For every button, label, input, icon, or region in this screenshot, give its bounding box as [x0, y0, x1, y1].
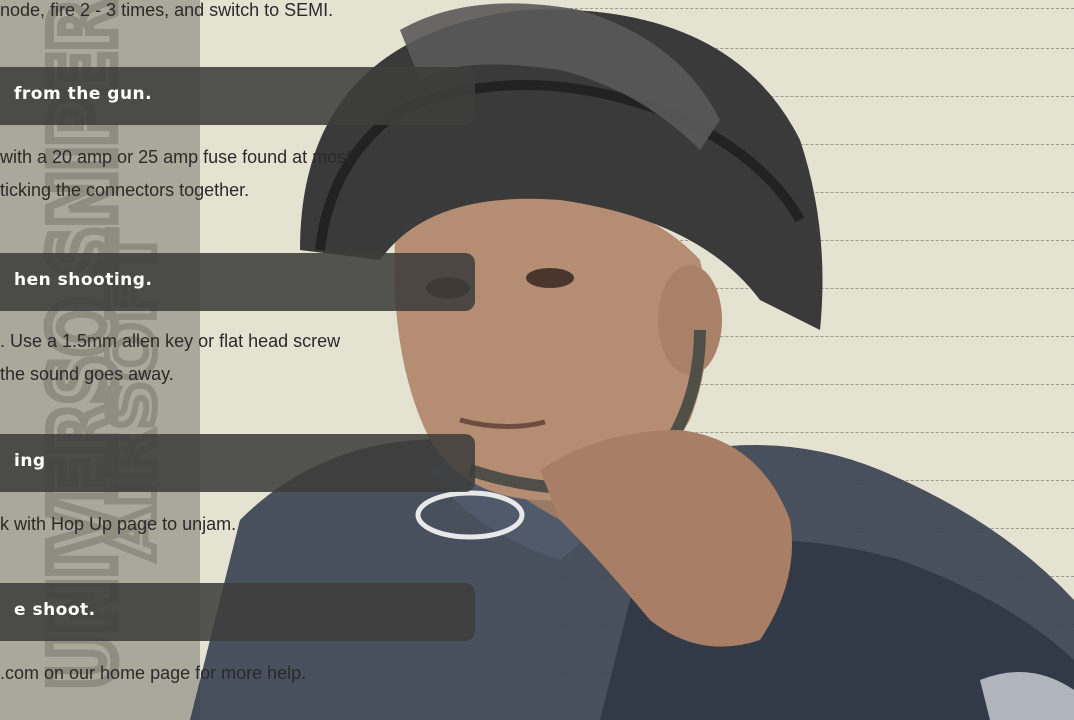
dashed-rule [545, 8, 1074, 9]
dashed-rule [545, 576, 1074, 577]
dashed-rule [545, 384, 1074, 385]
section-2-heading-bar: hen shooting. [0, 253, 475, 311]
dashed-rule [545, 48, 1074, 49]
dashed-rule [545, 240, 1074, 241]
dashed-rule [545, 336, 1074, 337]
dashed-rule [545, 144, 1074, 145]
section-4-line-1: .com on our home page for more help. [0, 663, 307, 683]
section-2-line-2: the sound goes away. [0, 364, 174, 384]
dashed-rule [545, 192, 1074, 193]
section-1-line-2: ticking the connectors together. [0, 180, 250, 200]
dashed-rules [545, 0, 1074, 720]
section-2-line-1: . Use a 1.5mm allen key or flat head scr… [0, 331, 341, 351]
section-0-line-1: node, fire 2 - 3 times, and switch to SE… [0, 0, 334, 20]
section-4-heading-bar: e shoot. [0, 583, 475, 641]
section-2-heading: hen shooting. [14, 270, 153, 290]
section-3-line-1: k with Hop Up page to unjam. [0, 514, 237, 534]
dashed-rule [545, 288, 1074, 289]
section-1-heading-bar: from the gun. [0, 67, 475, 125]
section-4-heading: e shoot. [14, 600, 96, 620]
section-3-heading: ing [14, 451, 46, 471]
dashed-rule [545, 432, 1074, 433]
dashed-rule [545, 480, 1074, 481]
section-1-line-1: with a 20 amp or 25 amp fuse found at mo… [0, 147, 352, 167]
dashed-rule [545, 528, 1074, 529]
section-3-heading-bar: ing [0, 434, 475, 492]
page: UNIVERSO SNIPER AIRSOFT [0, 0, 1074, 720]
dashed-rule [545, 672, 1074, 673]
dashed-rule [545, 624, 1074, 625]
dashed-rule [545, 96, 1074, 97]
section-1-heading: from the gun. [14, 84, 153, 104]
